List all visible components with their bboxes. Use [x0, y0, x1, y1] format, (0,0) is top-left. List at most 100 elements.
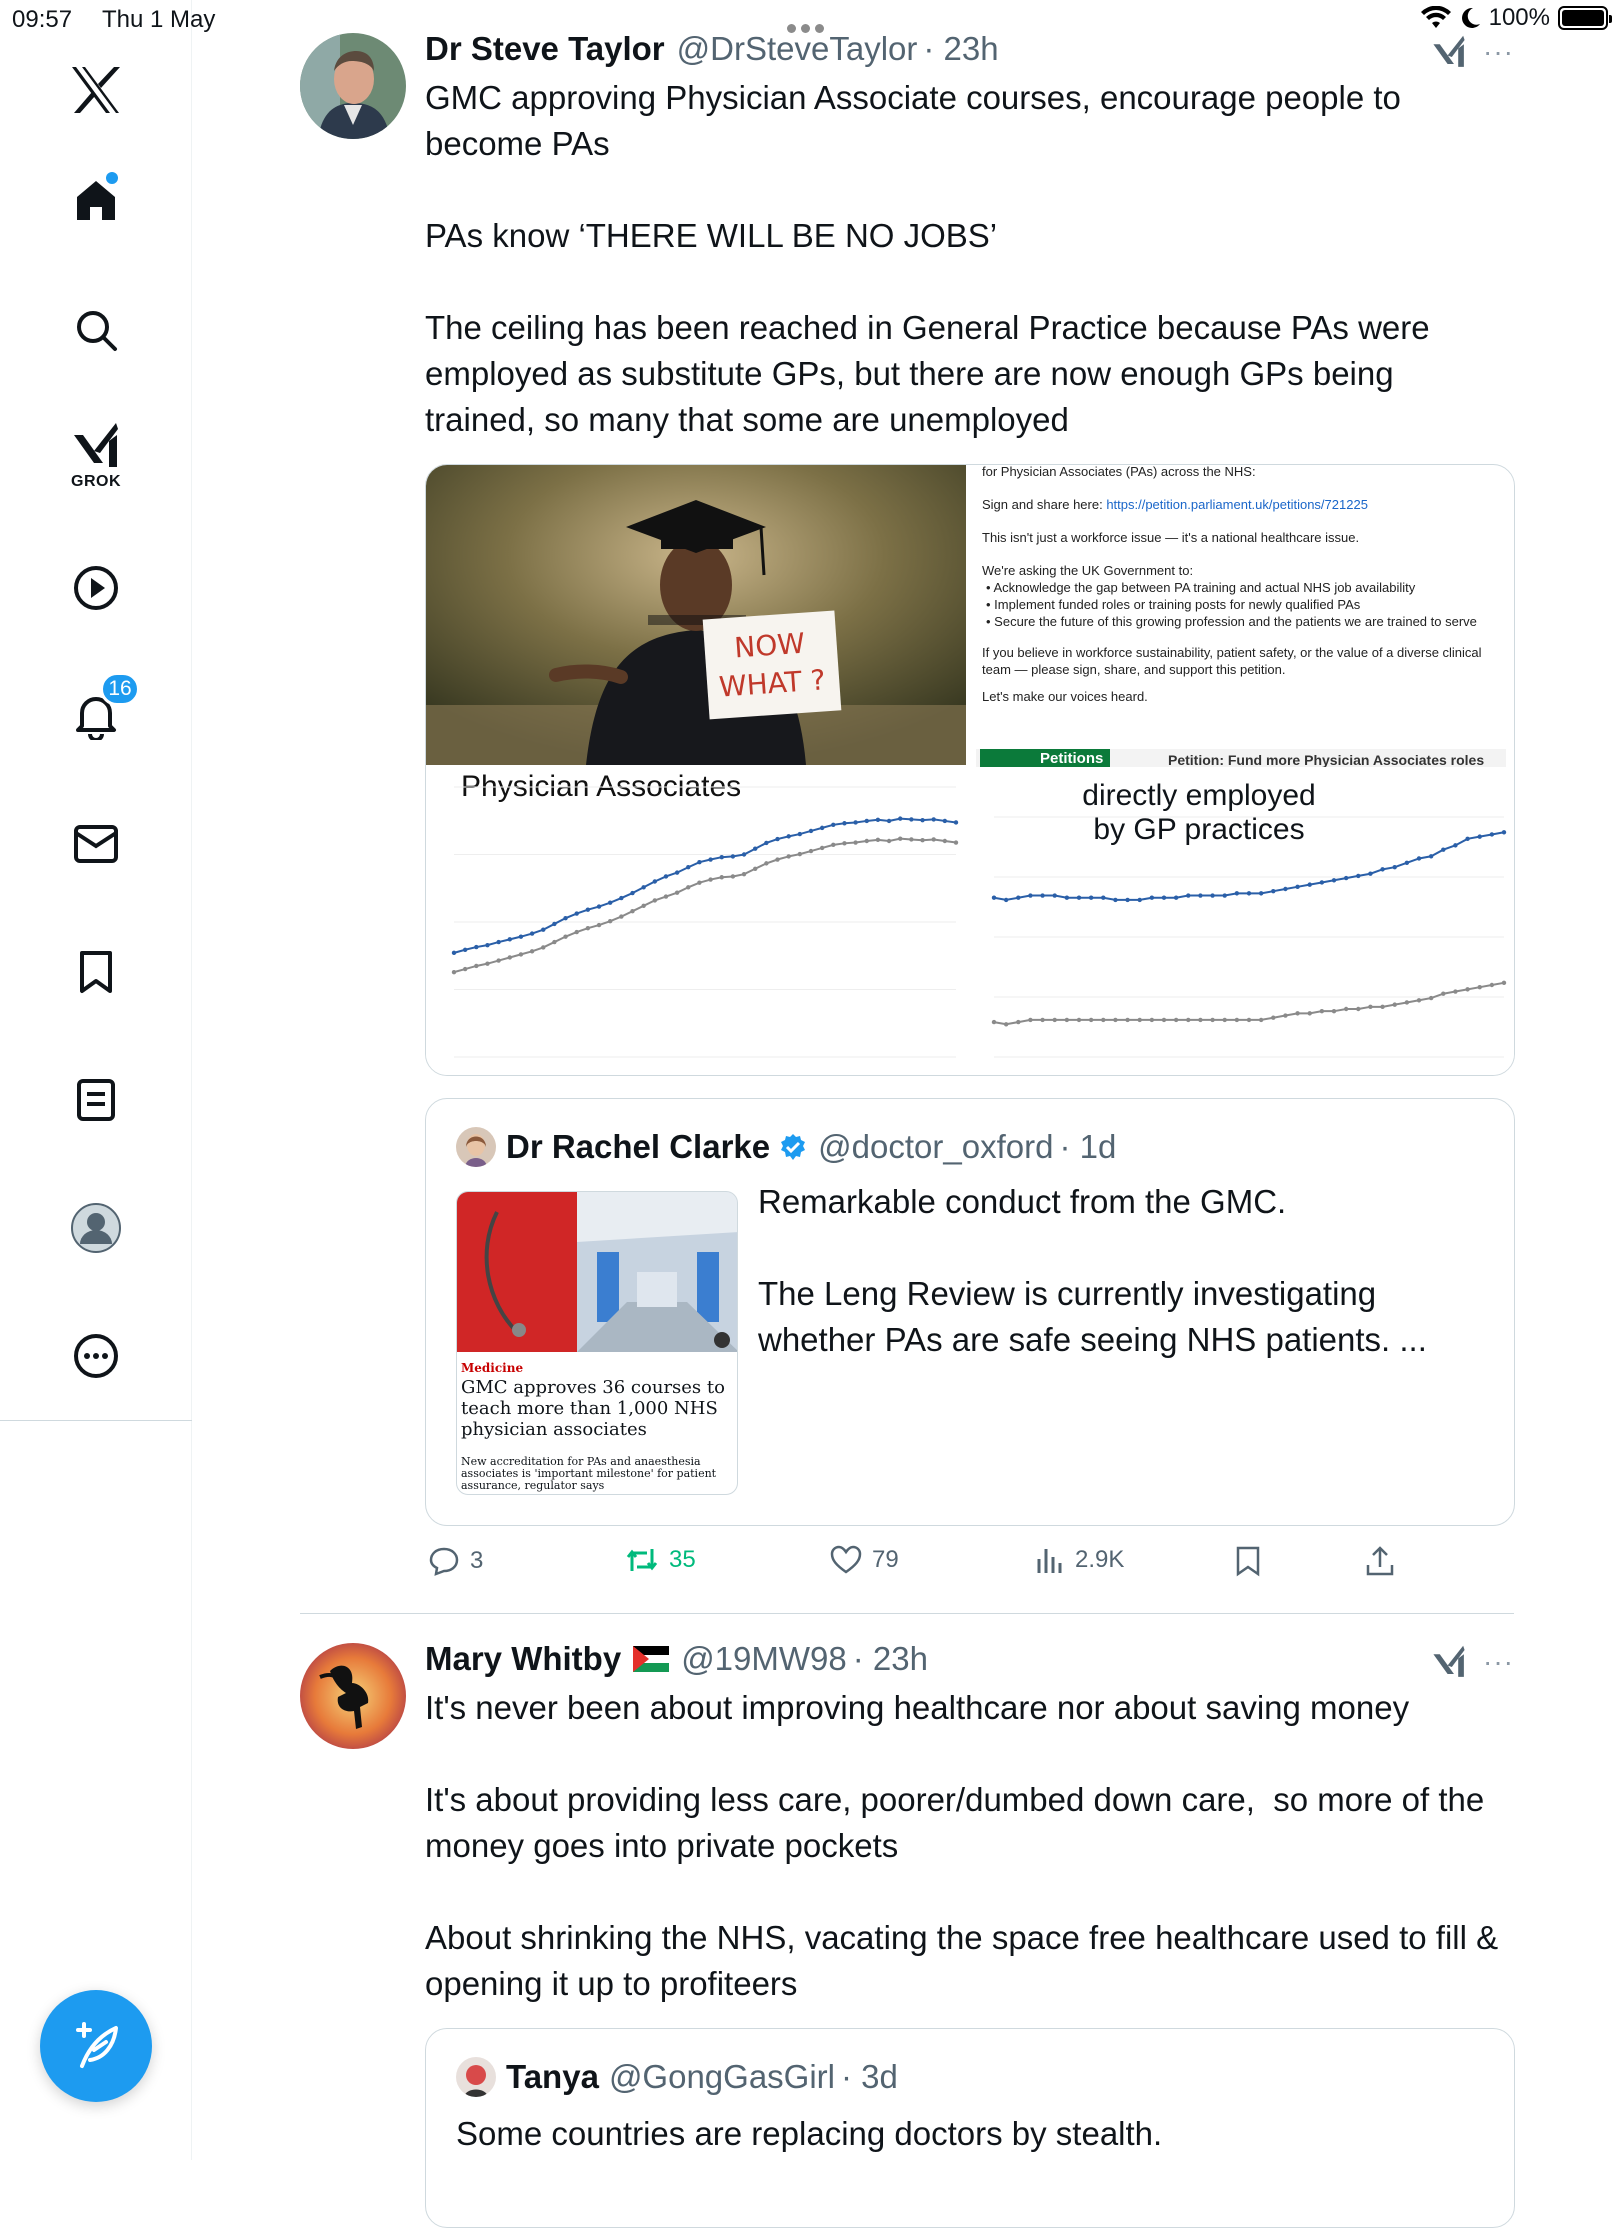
avatar-steve-taylor[interactable]: [300, 33, 406, 139]
chart-point: [1198, 893, 1203, 898]
chart-point: [719, 855, 724, 860]
chart-point: [1307, 1011, 1312, 1016]
quote-time[interactable]: · 1d: [1059, 1128, 1116, 1166]
chart-point: [831, 842, 836, 848]
chart-point: [708, 877, 713, 882]
chart-point: [853, 840, 858, 845]
chart-gp-practices[interactable]: directly employed by GP practices: [974, 767, 1514, 1075]
quote-time[interactable]: · 3d: [841, 2058, 898, 2096]
author-name[interactable]: Mary Whitby: [425, 1640, 621, 1678]
nav-bookmarks[interactable]: [56, 932, 136, 1012]
nav-search[interactable]: [56, 290, 136, 370]
like-button[interactable]: 79: [830, 1545, 899, 1575]
chart-point: [596, 904, 602, 909]
petition-link[interactable]: https://petition.parliament.uk/petitions…: [1106, 497, 1368, 512]
grok-explain-icon[interactable]: [1432, 1644, 1466, 1680]
post-more-icon[interactable]: ···: [1483, 36, 1514, 68]
reply-button[interactable]: 3: [428, 1545, 483, 1577]
chart-point: [607, 900, 613, 905]
chart-point: [1271, 1015, 1276, 1020]
author-handle[interactable]: @19MW98: [681, 1640, 847, 1678]
avatar-rachel-clarke[interactable]: [456, 1127, 496, 1167]
multitasking-dots-icon[interactable]: [787, 12, 833, 33]
compose-post-button[interactable]: [40, 1990, 152, 2102]
quote-header: Dr Rachel Clarke @doctor_oxford · 1d: [456, 1127, 1116, 1167]
chart-physician-associates[interactable]: Physician Associates: [426, 767, 966, 1075]
quote-author-handle[interactable]: @doctor_oxford: [818, 1128, 1053, 1166]
article-image: [457, 1192, 737, 1352]
graduate-photo[interactable]: NOW WHAT ?: [426, 465, 966, 765]
chart-point: [909, 837, 914, 842]
chart-point: [1258, 1017, 1264, 1023]
nav-profile[interactable]: [56, 1188, 136, 1268]
nav-lists[interactable]: [56, 1060, 136, 1140]
article-section: Medicine: [461, 1361, 524, 1375]
petition-bullet-2: • Implement funded roles or training pos…: [986, 597, 1361, 612]
chart-point: [1404, 860, 1410, 866]
article-card[interactable]: Medicine GMC approves 36 courses to teac…: [456, 1191, 738, 1495]
chart-point: [1003, 1022, 1009, 1027]
chart-point: [1392, 864, 1397, 870]
chart-point: [875, 817, 881, 822]
post-more-icon[interactable]: ···: [1483, 1646, 1514, 1678]
chart-series-line: [453, 837, 957, 974]
chart-point: [630, 909, 635, 914]
chart-point: [1489, 832, 1495, 837]
chart-point: [663, 874, 669, 879]
quote-text: Some countries are replacing doctors by …: [456, 2115, 1163, 2152]
bookmark-icon: [1236, 1546, 1260, 1577]
quote-author-name[interactable]: Dr Rachel Clarke: [506, 1128, 770, 1166]
quote-author-name[interactable]: Tanya: [506, 2058, 599, 2096]
chart-point: [697, 880, 702, 885]
post-mary-whitby[interactable]: Mary Whitby @19MW98 · 23h ··· It's never…: [300, 1640, 1515, 2228]
chart-point: [641, 885, 646, 890]
nav-notifications[interactable]: 16: [56, 672, 140, 756]
chart-point: [674, 890, 680, 895]
chart-point: [1003, 897, 1009, 903]
chart-point: [1088, 1017, 1094, 1023]
quote-header: Tanya @GongGasGirl · 3d: [456, 2057, 898, 2097]
nav-grok[interactable]: GROK: [56, 415, 136, 505]
nav-home[interactable]: [56, 160, 136, 240]
post-time[interactable]: · 23h: [853, 1640, 928, 1678]
chart-point: [898, 816, 903, 821]
chart-point: [1489, 982, 1495, 988]
repost-button[interactable]: 35: [625, 1545, 696, 1575]
petition-screenshot[interactable]: for Physician Associates (PAs) across th…: [966, 465, 1514, 769]
x-logo[interactable]: [56, 50, 136, 130]
quote-author-handle[interactable]: @GongGasGirl: [609, 2058, 835, 2096]
post-media-grid[interactable]: NOW WHAT ? for Physician Associates (PAs…: [425, 464, 1515, 1076]
views-button[interactable]: 2.9K: [1035, 1545, 1124, 1575]
nav-more[interactable]: [56, 1316, 136, 1396]
chart-point: [1319, 1008, 1325, 1014]
chart-point: [1416, 856, 1422, 861]
nav-messages[interactable]: [56, 804, 136, 884]
article-headline: GMC approves 36 courses to teach more th…: [461, 1377, 725, 1440]
heart-icon: [830, 1545, 862, 1574]
quoted-post-rachel-clarke[interactable]: Dr Rachel Clarke @doctor_oxford · 1d Med…: [425, 1098, 1515, 1526]
chart-point: [1416, 998, 1422, 1003]
bookmark-post-button[interactable]: [1235, 1545, 1261, 1577]
home-unread-dot: [106, 172, 118, 184]
chart-point: [1210, 893, 1215, 898]
chart-point: [1137, 1017, 1142, 1023]
share-icon: [1366, 1546, 1394, 1576]
quoted-post-tanya[interactable]: Tanya @GongGasGirl · 3d Some countries a…: [425, 2028, 1515, 2228]
post-steve-taylor[interactable]: Dr Steve Taylor @DrSteveTaylor · 23h ···…: [300, 30, 1515, 1610]
battery-icon: [1558, 6, 1612, 30]
chart-point: [1125, 1017, 1130, 1023]
avatar-mary-whitby[interactable]: [300, 1643, 406, 1749]
battery-percent: 100%: [1488, 4, 1550, 31]
grok-label: GROK: [71, 473, 121, 490]
chart-point: [942, 838, 948, 844]
chart-point: [920, 838, 925, 843]
nav-video[interactable]: [56, 548, 136, 628]
chart-point: [585, 925, 591, 931]
share-button[interactable]: [1365, 1545, 1395, 1577]
chart-point: [808, 828, 814, 834]
chart-point: [1343, 875, 1349, 881]
chart-point: [991, 895, 997, 900]
chart-point: [1161, 895, 1167, 900]
chart-point: [1246, 891, 1252, 896]
avatar-tanya[interactable]: [456, 2057, 496, 2097]
